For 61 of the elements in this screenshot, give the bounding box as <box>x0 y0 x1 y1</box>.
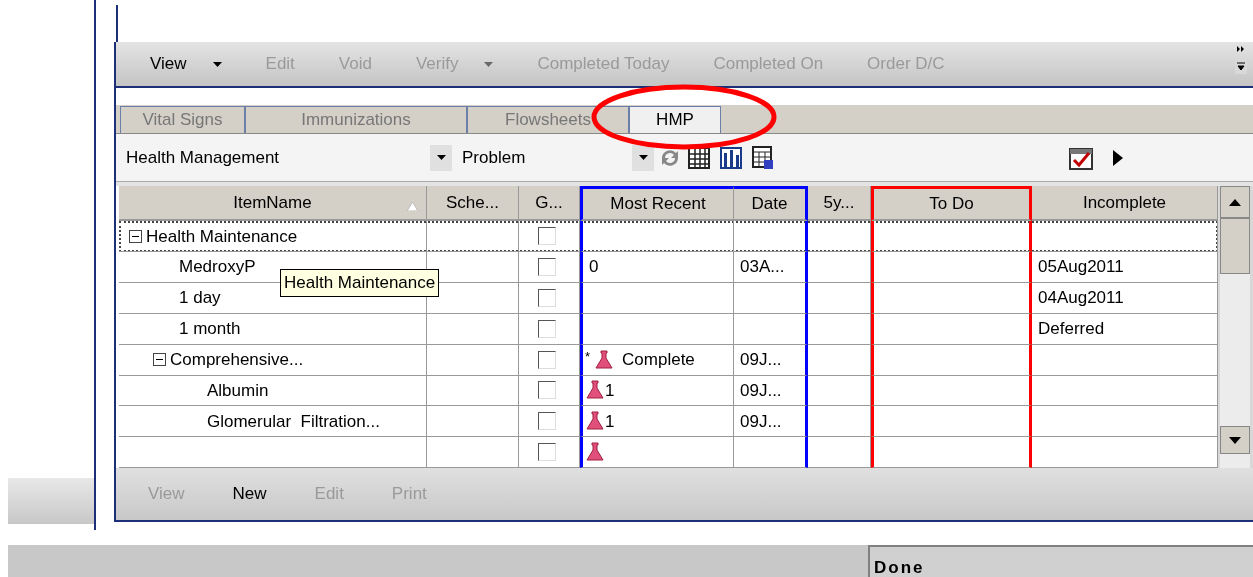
checkbox[interactable] <box>538 381 556 400</box>
cell-text: Deferred <box>1038 318 1105 341</box>
scroll-thumb[interactable] <box>1220 218 1250 274</box>
bar-chart-icon[interactable] <box>720 146 742 169</box>
column-header[interactable]: Date <box>734 186 808 222</box>
caret-icon <box>638 155 648 160</box>
tooltip: Health Maintenance <box>280 269 440 297</box>
checkbox[interactable] <box>538 412 556 431</box>
scroll-down-button[interactable] <box>1220 426 1250 454</box>
item-name: Albumin <box>207 380 269 400</box>
calendar-check-icon[interactable] <box>1069 145 1095 170</box>
column-header[interactable]: To Do <box>871 186 1032 222</box>
checkbox[interactable] <box>538 258 556 277</box>
most-recent-value: Complete <box>622 348 695 371</box>
item-name: 1 day <box>179 288 221 308</box>
item-name: Health Maintenance <box>146 226 298 246</box>
checkbox[interactable] <box>538 289 556 307</box>
table-cell <box>808 313 871 345</box>
cell-text: 03A... <box>740 256 785 279</box>
dropdown-field[interactable]: Health Management <box>126 144 456 171</box>
tab[interactable]: HMP <box>629 106 721 133</box>
grid-icon[interactable] <box>688 146 710 169</box>
most-recent-value: 0 <box>589 256 599 279</box>
dropdown-field[interactable]: Problem <box>458 144 654 171</box>
table-cell <box>808 283 871 314</box>
column-header[interactable]: Incomplete <box>1032 186 1218 222</box>
play-icon[interactable] <box>1113 149 1123 166</box>
status-text: Done <box>868 545 1253 577</box>
table-cell <box>808 344 871 376</box>
most-recent-value: 1 <box>605 379 615 402</box>
table-cell <box>808 437 871 468</box>
item-name: 1 month <box>179 319 241 339</box>
item-name: Glomerular Filtration... <box>207 411 380 431</box>
toolbar-button[interactable]: New <box>232 481 267 507</box>
item-name: Comprehensive... <box>170 349 304 369</box>
most-recent-value: 1 <box>605 410 615 433</box>
checkbox[interactable] <box>538 319 556 338</box>
collapse-icon[interactable] <box>153 353 166 367</box>
toolbar-button[interactable]: View <box>150 51 222 77</box>
scroll-up-button[interactable] <box>1220 186 1250 218</box>
caret-icon <box>436 155 446 160</box>
cell-text: 04Aug2011 <box>1038 287 1124 310</box>
column-header[interactable]: 5y... <box>808 186 871 222</box>
column-header[interactable]: Most Recent <box>580 186 734 222</box>
spreadsheet-icon[interactable] <box>752 145 774 170</box>
cell-text: 09J... <box>740 348 782 371</box>
overflow-icon[interactable] <box>1237 46 1245 52</box>
cell-text: 05Aug2011 <box>1038 256 1124 279</box>
cell-text: 09J... <box>740 410 782 433</box>
marker: * <box>585 347 591 366</box>
column-header[interactable]: ItemName <box>119 186 427 222</box>
down-arrow-icon <box>1229 436 1241 444</box>
column-header[interactable]: Sche... <box>427 186 519 222</box>
checkbox[interactable] <box>538 443 556 462</box>
cell-text: 09J... <box>740 379 782 402</box>
checkbox[interactable] <box>538 350 556 369</box>
up-arrow-icon <box>1229 198 1241 206</box>
column-header[interactable]: G... <box>519 186 580 222</box>
item-name: MedroxyP <box>179 257 256 277</box>
checkbox[interactable] <box>538 227 556 246</box>
collapse-icon[interactable] <box>129 229 142 243</box>
